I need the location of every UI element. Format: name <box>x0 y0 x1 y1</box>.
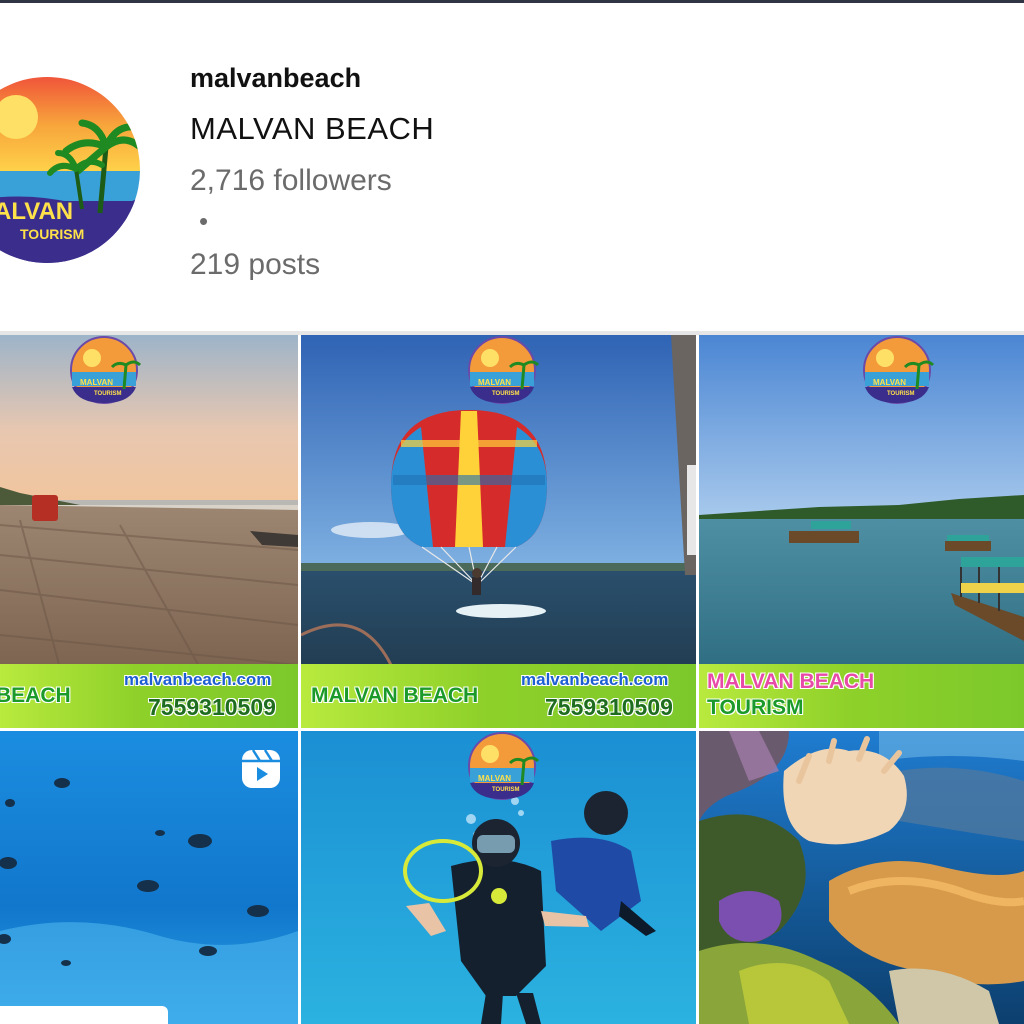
post-tile-boats-bay[interactable]: MALVAN TOURISM MALVAN BEACH TOURISM <box>699 335 1024 728</box>
banner-line-2: TOURISM <box>707 696 804 719</box>
banner-url: malvanbeach.com <box>521 670 669 689</box>
banner-phone: 7559310509 <box>545 694 673 720</box>
logo-text-1: MALVAN <box>478 378 511 387</box>
logo-text-2: TOURISM <box>887 391 915 397</box>
profile-full-name: MALVAN BEACH <box>190 111 435 146</box>
banner-phone: 7559310509 <box>148 694 276 720</box>
post-tile-underwater-fish[interactable] <box>0 731 298 1024</box>
logo-text-2: TOURISM <box>492 391 520 397</box>
post-tile-beach-sunset[interactable]: MALVAN TOURISM BEACH malvanbeach.com 755… <box>0 335 298 728</box>
profile-username[interactable]: malvanbeach <box>190 63 361 94</box>
logo-text-1: MALVAN <box>478 774 511 783</box>
logo-text-2: TOURISM <box>492 787 520 793</box>
logo-text-2: TOURISM <box>94 391 122 397</box>
caption-bar <box>0 1006 168 1024</box>
profile-header: ALVAN TOURISM malvanbeach MALVAN BEACH 2… <box>0 3 1024 331</box>
separator-dot: • <box>199 206 209 236</box>
post-tile-coral-reef[interactable] <box>699 731 1024 1024</box>
logo-text-1: MALVAN <box>80 378 113 387</box>
logo-text-1: MALVAN <box>873 378 906 387</box>
reel-icon <box>240 748 282 790</box>
profile-avatar[interactable]: ALVAN TOURISM <box>0 77 140 263</box>
banner-name: MALVAN BEACH <box>311 684 479 707</box>
banner-line-1: MALVAN BEACH <box>707 670 875 693</box>
posts-count: 219 posts <box>190 248 321 281</box>
followers-count[interactable]: 2,716 followers <box>190 164 392 198</box>
post-banner: BEACH malvanbeach.com 7559310509 <box>0 664 298 728</box>
post-banner: MALVAN BEACH malvanbeach.com 7559310509 <box>301 664 696 728</box>
post-banner: MALVAN BEACH TOURISM <box>699 664 1024 728</box>
avatar-text-2: TOURISM <box>20 226 84 242</box>
post-tile-scuba-divers[interactable]: MALVAN TOURISM <box>301 731 696 1024</box>
banner-url: malvanbeach.com <box>124 670 272 689</box>
banner-name: BEACH <box>0 684 71 707</box>
avatar-text-1: ALVAN <box>0 198 73 225</box>
post-tile-parasailing[interactable]: MALVAN TOURISM MALVAN BEACH malvanbeach.… <box>301 335 696 728</box>
